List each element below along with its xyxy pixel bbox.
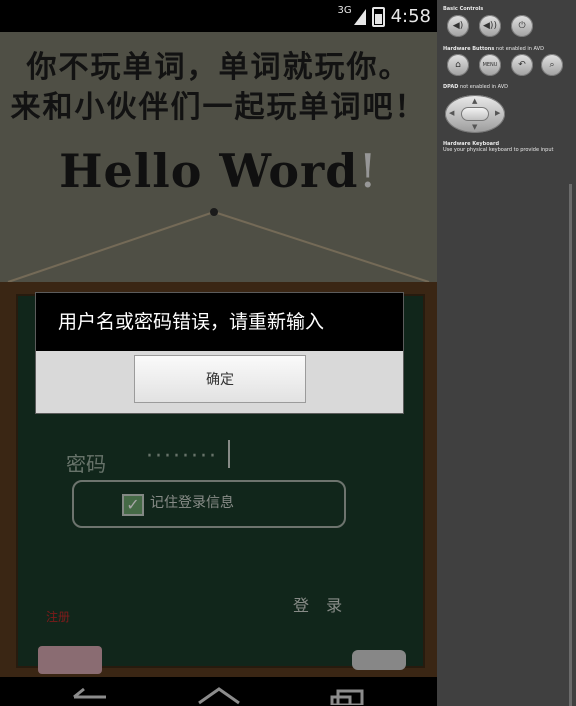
dpad-control[interactable]: ▲ ▼ ◀ ▶ — [445, 95, 505, 133]
back-icon[interactable] — [70, 687, 110, 705]
dpad-center-button[interactable] — [461, 107, 489, 121]
emulator-screen: 3G 4:58 你不玩单词，单词就玩你。 来和小伙伴们一起玩单词吧！ Hello… — [0, 0, 437, 706]
panel-scrollbar[interactable] — [569, 184, 572, 706]
network-type: 3G — [337, 5, 352, 16]
dialog-button-bar: 确定 — [36, 351, 403, 413]
search-icon[interactable]: ⌕ — [541, 54, 563, 76]
signal-icon — [353, 8, 366, 25]
dpad-note: not enabled in AVD — [459, 84, 508, 90]
hardware-buttons-note: not enabled in AVD — [495, 46, 544, 52]
dialog-message: 用户名或密码错误，请重新输入 — [58, 311, 325, 333]
status-bar: 3G 4:58 — [0, 0, 437, 32]
dpad-title: DPAD — [443, 84, 459, 90]
volume-up-icon[interactable]: ◀)) — [479, 15, 501, 37]
back-button-icon[interactable]: ↶ — [511, 54, 533, 76]
dpad-left-icon[interactable]: ◀ — [449, 109, 454, 117]
recent-apps-icon[interactable] — [330, 687, 366, 705]
ok-button[interactable]: 确定 — [134, 355, 306, 403]
emulator-controls-panel: Basic Controls ◀) ◀)) ⏻ Hardware Buttons… — [437, 0, 576, 706]
power-icon[interactable]: ⏻ — [511, 15, 533, 37]
menu-button[interactable]: MENU — [479, 54, 501, 76]
home-button-icon[interactable]: ⌂ — [447, 54, 469, 76]
dpad-down-icon[interactable]: ▼ — [472, 123, 477, 131]
basic-controls-title: Basic Controls — [443, 6, 484, 12]
home-icon[interactable] — [197, 687, 241, 705]
hardware-keyboard-note: Use your physical keyboard to provide in… — [443, 147, 554, 153]
dpad-right-icon[interactable]: ▶ — [495, 109, 500, 117]
error-dialog: 用户名或密码错误，请重新输入 确定 — [36, 293, 403, 413]
hardware-buttons-title: Hardware Buttons — [443, 46, 495, 52]
clock: 4:58 — [390, 6, 431, 27]
navigation-bar — [0, 677, 437, 706]
battery-icon — [371, 6, 385, 27]
dialog-message-area: 用户名或密码错误，请重新输入 — [36, 293, 403, 351]
dpad-up-icon[interactable]: ▲ — [472, 97, 477, 105]
volume-down-icon[interactable]: ◀) — [447, 15, 469, 37]
